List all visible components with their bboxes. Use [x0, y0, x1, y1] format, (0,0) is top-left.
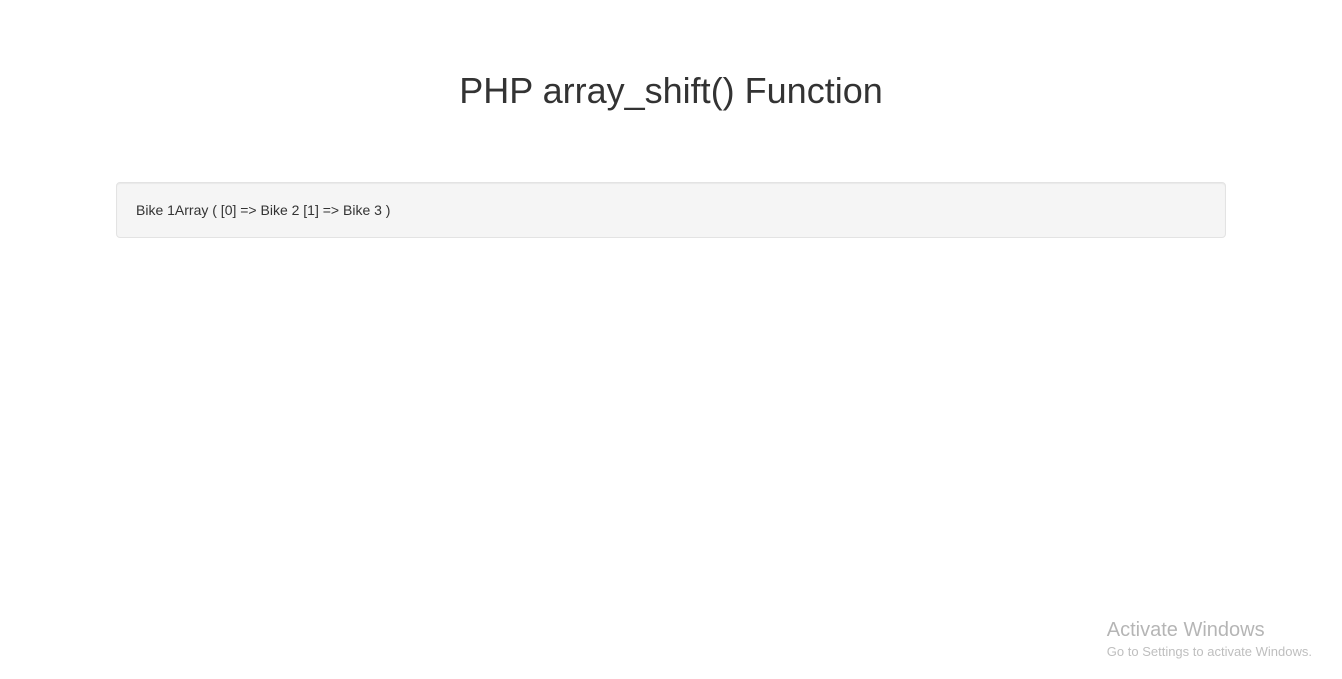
output-text: Bike 1Array ( [0] => Bike 2 [1] => Bike …	[136, 202, 390, 218]
watermark-subtitle: Go to Settings to activate Windows.	[1107, 644, 1312, 659]
windows-activation-watermark: Activate Windows Go to Settings to activ…	[1107, 619, 1312, 659]
output-well: Bike 1Array ( [0] => Bike 2 [1] => Bike …	[116, 182, 1226, 238]
watermark-title: Activate Windows	[1107, 619, 1312, 642]
page-title: PHP array_shift() Function	[116, 70, 1226, 112]
